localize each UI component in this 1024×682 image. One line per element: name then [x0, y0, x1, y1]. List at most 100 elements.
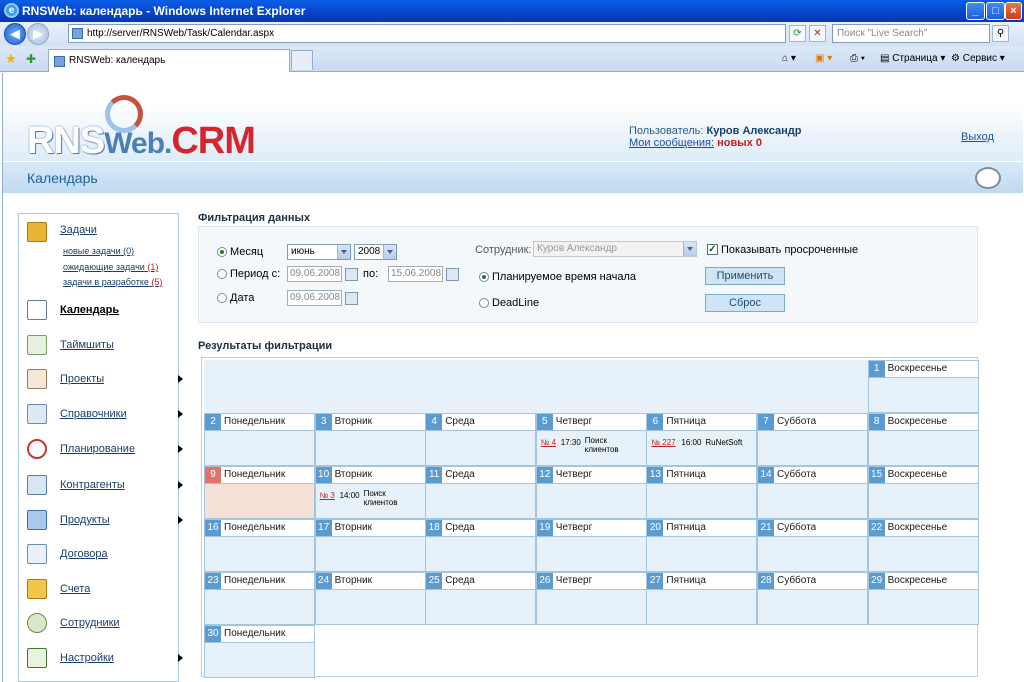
calendar-day-cell[interactable]: 25 Среда [425, 572, 537, 625]
day-header: 17 Вторник [315, 520, 425, 537]
search-icon[interactable]: ⚲ [992, 25, 1009, 42]
event-ref-link[interactable]: № 3 [320, 491, 335, 500]
day-header: 26 Четверг [536, 573, 646, 590]
home-icon[interactable]: ⌂ ▾ [782, 52, 796, 66]
period-to-input[interactable]: 15.06.2008 [388, 266, 443, 282]
add-favorite-icon[interactable]: ✚ [26, 52, 36, 66]
deadline-radio[interactable] [479, 298, 489, 308]
user-name: Куров Александр [706, 125, 802, 137]
feeds-icon[interactable]: ▣ ▾ [815, 52, 832, 66]
day-header: 13 Пятница [647, 467, 757, 484]
show-overdue-label: Показывать просроченные [721, 244, 859, 256]
messages-info: Мои сообщения: новых 0 [629, 137, 762, 149]
calendar-day-cell[interactable]: 10 Вторник № 3 14:00 Поиск клиентов [314, 466, 426, 519]
close-button[interactable]: × [1005, 2, 1022, 20]
messages-link[interactable]: Мои сообщения: [629, 137, 714, 149]
page-menu[interactable]: ▤ Страница ▾ [880, 52, 945, 66]
calendar-picker-icon[interactable] [345, 268, 358, 281]
employee-select[interactable]: Куров Александр [533, 241, 697, 257]
calendar-day-cell[interactable]: 6 Пятница № 227 16:00 RuNetSoft [646, 413, 758, 466]
calendar-day-cell[interactable]: 4 Среда [425, 413, 537, 466]
day-number: 24 [315, 573, 332, 589]
calendar-day-cell[interactable]: 3 Вторник [314, 413, 426, 466]
day-name: Суббота [777, 416, 817, 427]
calendar-day-cell[interactable]: 27 Пятница [646, 572, 758, 625]
back-button[interactable]: ◀ [4, 23, 26, 45]
logout-link[interactable]: Выход [961, 131, 994, 143]
calendar-day-cell[interactable]: 14 Суббота [757, 466, 868, 519]
day-header: 29 Воскресенье [868, 573, 978, 590]
new-tab-button[interactable] [291, 50, 313, 70]
calendar-day-cell[interactable]: 16 Понедельник [204, 519, 315, 572]
day-name: Понедельник [224, 416, 286, 427]
calendar-day-cell[interactable]: 28 Суббота [757, 572, 868, 625]
calendar-picker-icon[interactable] [446, 268, 459, 281]
refresh-icon[interactable]: ⟳ [789, 25, 806, 42]
day-number: 9 [205, 467, 221, 483]
date-radio[interactable] [217, 293, 227, 303]
calendar-day-cell[interactable]: 9 Понедельник [204, 466, 315, 519]
tools-menu[interactable]: ⚙ Сервис ▾ [951, 52, 1005, 66]
print-icon[interactable]: ⎙ ▾ [850, 52, 865, 66]
calendar-day-cell[interactable]: 22 Воскресенье [867, 519, 979, 572]
maximize-button[interactable]: □ [986, 2, 1005, 20]
calendar-day-cell[interactable]: 12 Четверг [535, 466, 647, 519]
calendar-day-cell[interactable]: 20 Пятница [646, 519, 758, 572]
stop-icon[interactable]: ✕ [809, 25, 826, 42]
apply-button[interactable]: Применить [705, 267, 785, 285]
calendar-day-cell[interactable]: 26 Четверг [535, 572, 647, 625]
clock-icon [975, 167, 1001, 189]
sub-link-new-tasks[interactable]: новые задачи (0) [63, 246, 134, 256]
chevron-right-icon [178, 410, 183, 418]
period-from-input[interactable]: 09.06.2008 [287, 266, 342, 282]
calendar-day-cell[interactable]: 7 Суббота [757, 413, 868, 466]
period-radio[interactable] [217, 269, 227, 279]
day-header: 1 Воскресенье [868, 361, 978, 378]
reset-button[interactable]: Сброс [705, 294, 785, 312]
clipboard-icon [27, 369, 47, 389]
calendar-picker-icon[interactable] [345, 292, 358, 305]
gear-icon [27, 404, 47, 424]
calendar-day-cell[interactable]: 18 Среда [425, 519, 537, 572]
day-name: Понедельник [224, 628, 286, 639]
day-name: Пятница [666, 469, 706, 480]
calendar-day-cell[interactable]: 2 Понедельник [204, 413, 315, 466]
event-ref-link[interactable]: № 4 [541, 438, 556, 447]
calendar-day-cell[interactable]: 17 Вторник [314, 519, 426, 572]
calendar-day-cell[interactable]: 5 Четверг № 4 17:30 Поиск клиентов [535, 413, 647, 466]
calendar-day-cell[interactable]: 24 Вторник [314, 572, 426, 625]
planned-start-radio[interactable] [479, 272, 489, 282]
results-title: Результаты фильтрации [198, 340, 333, 352]
forward-button[interactable]: ▶ [27, 23, 49, 45]
event-ref-link[interactable]: № 227 [651, 438, 675, 447]
date-input[interactable]: 09.06.2008 [287, 290, 342, 306]
month-select[interactable]: июнь [287, 244, 351, 260]
calendar-day-cell[interactable]: 19 Четверг [535, 519, 647, 572]
calendar-day-cell[interactable]: 23 Понедельник [204, 572, 315, 625]
sub-link-tasks-in-dev[interactable]: задачи в разработке (5) [63, 277, 162, 287]
day-header: 11 Среда [426, 467, 536, 484]
calendar-day-cell[interactable]: 15 Воскресенье [867, 466, 979, 519]
calendar-day-cell[interactable]: 11 Среда [425, 466, 537, 519]
search-input[interactable]: Поиск "Live Search" [832, 24, 990, 43]
day-number: 10 [315, 467, 332, 483]
day-header: 5 Четверг [536, 414, 646, 431]
calendar-day-cell[interactable]: 21 Суббота [757, 519, 868, 572]
day-number: 22 [868, 520, 885, 536]
year-select[interactable]: 2008 [354, 244, 397, 260]
url-field[interactable]: http://server/RNSWeb/Task/Calendar.aspx [68, 24, 786, 43]
minimize-button[interactable]: _ [966, 2, 985, 20]
show-overdue-checkbox[interactable]: ✓ [707, 244, 718, 255]
calendar-day-cell[interactable]: 30 Понедельник [204, 625, 315, 678]
document-pen-icon [27, 544, 47, 564]
calendar-day-cell[interactable]: 8 Воскресенье [867, 413, 979, 466]
calendar-day-cell[interactable]: 13 Пятница [646, 466, 758, 519]
calendar-day-cell[interactable]: 29 Воскресенье [867, 572, 979, 625]
favorites-star-icon[interactable]: ★ [5, 52, 17, 66]
month-radio[interactable] [217, 247, 227, 257]
day-name: Четверг [555, 575, 593, 586]
tab-calendar[interactable]: RNSWeb: календарь [48, 49, 290, 72]
calendar-day-cell[interactable]: 1 Воскресенье [867, 360, 979, 413]
day-number: 14 [758, 467, 774, 483]
sub-link-pending-tasks[interactable]: ожидающие задачи (1) [63, 262, 158, 272]
